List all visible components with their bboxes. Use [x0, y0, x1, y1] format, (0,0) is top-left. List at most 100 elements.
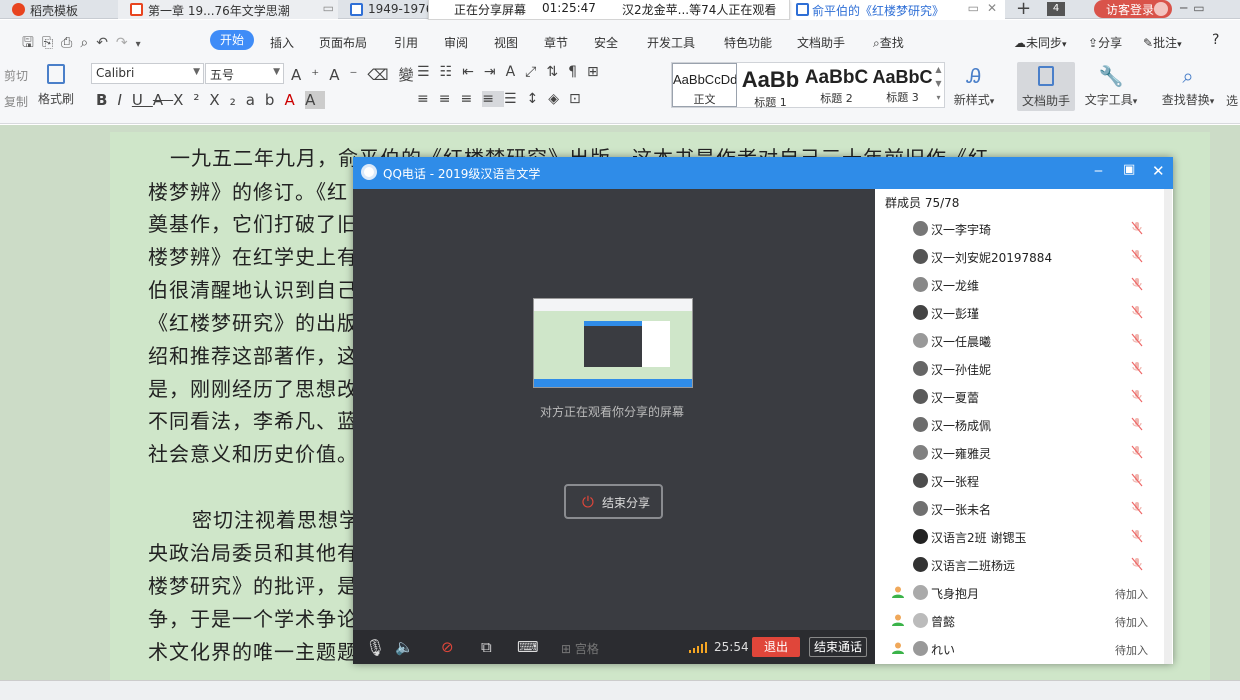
speaker-icon[interactable]: 🔈	[395, 638, 414, 656]
menu-tab-view[interactable]: 视图	[494, 34, 518, 51]
shading-icon[interactable]: ◈	[548, 91, 569, 107]
select-button[interactable]: 选	[1226, 92, 1238, 109]
tab-docer-templates[interactable]: 稻壳模板	[0, 0, 118, 19]
line-spacing-icon[interactable]: ↕	[527, 91, 549, 107]
camera-off-icon[interactable]: ⊘	[441, 638, 454, 656]
exit-button[interactable]: 退出	[752, 637, 800, 657]
bullets-icon[interactable]: ☰	[417, 64, 440, 80]
member-row[interactable]: 汉一夏蕾	[875, 383, 1173, 411]
font-name-select[interactable]: Calibri ▼	[91, 63, 204, 84]
menu-tab-insert[interactable]: 插入	[270, 34, 294, 51]
menu-tab-chapter[interactable]: 章节	[544, 34, 568, 51]
text-tools-button[interactable]: 🔧 文字工具▾	[1081, 64, 1141, 108]
chinese-layout-icon[interactable]: A⤢	[506, 64, 547, 80]
sync-status[interactable]: ☁未同步▾	[1014, 34, 1067, 51]
minimize-icon[interactable]: ‒	[1094, 163, 1103, 179]
member-row[interactable]: 汉一杨成佩	[875, 411, 1173, 439]
customize-icon[interactable]: ▾	[136, 39, 149, 50]
copy-button[interactable]: 复制	[4, 93, 28, 110]
member-row[interactable]: 汉一彭瑾	[875, 299, 1173, 327]
member-row[interactable]: 汉一孙佳妮	[875, 355, 1173, 383]
underline-icon[interactable]: U	[132, 91, 153, 109]
member-row[interactable]: 汉一任晨曦	[875, 327, 1173, 355]
align-center-icon[interactable]: ≡	[439, 91, 461, 107]
font-size-select[interactable]: 五号 ▼	[205, 63, 284, 84]
member-row[interactable]: 汉语言2班 谢锶玉	[875, 523, 1173, 551]
superscript-icon[interactable]: X²	[173, 91, 209, 109]
menu-search[interactable]: ⌕查找	[873, 34, 904, 51]
member-row[interactable]: 汉一雍雅灵	[875, 439, 1173, 467]
print-icon[interactable]: ⎙	[61, 35, 80, 51]
tab-options-icon[interactable]: ▭	[968, 1, 979, 15]
share-screen-icon[interactable]: ⧉	[481, 638, 492, 656]
cut-button[interactable]: 剪切	[4, 67, 28, 84]
borders-icon[interactable]: ⊡	[569, 91, 591, 107]
maximize-icon[interactable]: ▣	[1123, 162, 1135, 177]
end-share-button[interactable]: ⏻ 结束分享	[564, 484, 663, 519]
member-row[interactable]: 汉一刘安妮20197884	[875, 243, 1173, 271]
annotate-button[interactable]: ✎批注▾	[1143, 34, 1182, 51]
menu-tab-page-layout[interactable]: 页面布局	[319, 34, 367, 51]
member-row[interactable]: れい 待加入	[875, 635, 1173, 663]
menu-tab-developer[interactable]: 开发工具	[647, 34, 695, 51]
format-painter-button[interactable]: 格式刷	[38, 64, 74, 107]
increase-indent-icon[interactable]: ⇥	[484, 64, 506, 80]
export-pdf-icon[interactable]: ⎘	[42, 35, 61, 51]
undo-icon[interactable]: ↶	[96, 35, 116, 51]
style-heading-1[interactable]: AaBb 标题 1	[738, 63, 803, 109]
close-icon[interactable]: ✕	[1152, 162, 1165, 180]
new-style-button[interactable]: Ꭿ 新样式▾	[952, 64, 996, 108]
login-button[interactable]: 访客登录	[1094, 0, 1172, 18]
member-row[interactable]: 飞身抱月 待加入	[875, 579, 1173, 607]
bold-icon[interactable]: B	[96, 91, 117, 109]
char-shading-icon[interactable]: A	[305, 91, 326, 109]
decrease-indent-icon[interactable]: ⇤	[462, 64, 484, 80]
align-left-icon[interactable]: ≡	[417, 91, 439, 107]
member-row[interactable]: 汉语言二班杨远	[875, 551, 1173, 579]
microphone-icon[interactable]: 🎙	[365, 638, 385, 657]
remote-desktop-icon[interactable]: ⌨	[517, 638, 539, 656]
qq-title-bar[interactable]: QQ电话 - 2019级汉语言文学 ‒ ▣ ✕	[353, 157, 1173, 189]
grid-view-button[interactable]: ⊞ 宫格	[561, 640, 599, 657]
member-row[interactable]: 汉一龙维	[875, 271, 1173, 299]
print-preview-icon[interactable]: ⌕	[80, 35, 96, 51]
show-marks-icon[interactable]: ¶	[568, 64, 587, 80]
member-row[interactable]: 汉一张程	[875, 467, 1173, 495]
align-right-icon[interactable]: ≡	[460, 91, 482, 107]
sort-icon[interactable]: ⇅	[546, 64, 568, 80]
maximize-icon[interactable]: ▭	[1193, 1, 1210, 15]
style-heading-2[interactable]: AaBbC 标题 2	[804, 63, 869, 107]
menu-tab-review[interactable]: 审阅	[444, 34, 468, 51]
menu-tab-references[interactable]: 引用	[394, 34, 418, 51]
menu-tab-security[interactable]: 安全	[594, 34, 618, 51]
italic-icon[interactable]: I	[117, 91, 131, 109]
member-row[interactable]: 曾懿 待加入	[875, 607, 1173, 635]
justify-icon[interactable]: ≡	[482, 91, 504, 107]
highlight-icon[interactable]: ab	[246, 91, 285, 109]
find-replace-button[interactable]: ⌕ 查找替换▾	[1158, 64, 1218, 108]
style-normal[interactable]: AaBbCcDd 正文	[672, 63, 737, 107]
new-tab-button[interactable]: +	[1016, 0, 1031, 19]
close-icon[interactable]: ✕	[987, 1, 997, 15]
strikethrough-icon[interactable]: A	[153, 91, 173, 109]
end-call-button[interactable]: 结束通话	[809, 637, 867, 657]
save-icon[interactable]: 🖫	[22, 35, 42, 51]
tab-count-badge[interactable]: 4	[1047, 2, 1065, 16]
table-icon[interactable]: ⊞	[587, 64, 609, 80]
style-scroll[interactable]: ▲ ▼ ▾	[933, 63, 944, 107]
redo-icon[interactable]: ↷	[116, 35, 136, 51]
member-row[interactable]: 汉一张未名	[875, 495, 1173, 523]
doc-helper-button[interactable]: 文档助手	[1017, 62, 1075, 111]
help-button[interactable]: ?	[1212, 32, 1219, 48]
style-heading-3[interactable]: AaBbC 标题 3	[870, 63, 935, 107]
font-color-icon[interactable]: A	[284, 91, 305, 109]
numbering-icon[interactable]: ☷	[440, 64, 463, 80]
minimize-icon[interactable]: ─	[1180, 1, 1193, 15]
tab-options-icon[interactable]: ▭	[323, 1, 334, 15]
distribute-icon[interactable]: ☰	[504, 91, 527, 107]
share-button[interactable]: ⇪分享	[1088, 34, 1122, 51]
member-row[interactable]: 汉一李宇琦	[875, 215, 1173, 243]
menu-tab-doc-helper[interactable]: 文档助手	[797, 34, 845, 51]
subscript-icon[interactable]: X₂	[209, 91, 245, 109]
menu-tab-special[interactable]: 特色功能	[724, 34, 772, 51]
